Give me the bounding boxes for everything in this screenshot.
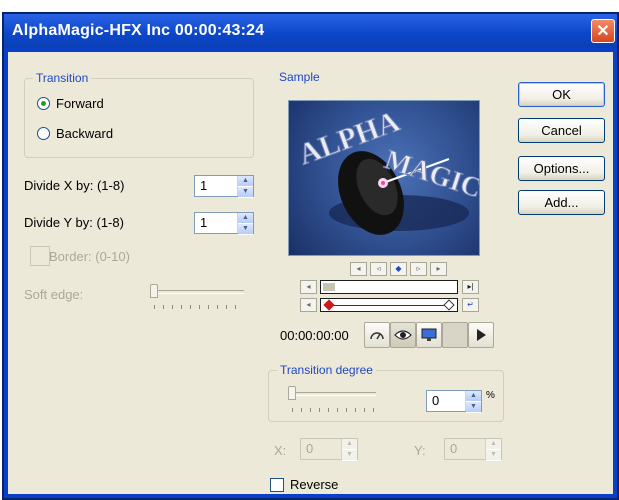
transition-degree-value[interactable]: 0 [427,391,465,411]
keyframe-next-button[interactable]: ↵ [462,298,479,312]
sample-group-title: Sample [276,70,323,84]
keyframe-start-marker[interactable] [323,299,335,311]
nav-button-5[interactable]: ▸ [430,262,447,276]
dialog-window: AlphaMagic-HFX Inc 00:00:43:24 ✕ Transit… [2,12,619,500]
monitor-icon [421,328,437,341]
divide-y-spinner[interactable]: 1 ▲ ▼ [194,212,254,235]
x-label: X: [274,443,287,458]
reverse-label: Reverse [290,477,339,492]
timeline-scrubber-thumb[interactable] [323,283,335,291]
divide-x-value[interactable]: 1 [195,176,237,196]
divide-y-label: Divide Y by: (1-8) [24,215,124,230]
timeline-scrubber[interactable] [320,280,458,294]
dialog-body: Transition Forward Backward Divide X by:… [8,52,613,494]
add-button[interactable]: Add... [518,190,605,215]
monitor-button[interactable] [416,322,442,348]
close-button[interactable]: ✕ [591,19,615,43]
y-label: Y: [414,443,426,458]
options-button[interactable]: Options... [518,156,605,181]
sample-preview: ALPHA MAGIC [288,100,480,256]
backward-radio-button[interactable] [37,127,50,140]
soft-edge-slider-thumb[interactable] [150,284,158,298]
percent-unit: % [486,390,495,401]
timecode-display: 00:00:00:00 [280,328,349,343]
eye-icon [394,330,412,340]
cancel-button[interactable]: Cancel [518,118,605,143]
alphamagic-preview-image: ALPHA MAGIC [294,104,479,235]
degree-up-arrow[interactable]: ▲ [466,391,481,402]
divide-x-spinner[interactable]: 1 ▲ ▼ [194,175,254,198]
transition-degree-ticks [292,408,376,412]
timeline-end-button[interactable]: ▸| [462,280,479,294]
nav-button-3[interactable]: ◆ [390,262,407,276]
y-up-arrow[interactable]: ▲ [486,439,501,450]
soft-edge-label: Soft edge: [24,287,84,302]
keyframe-prev-button[interactable]: ◂ [300,298,317,312]
x-up-arrow[interactable]: ▲ [342,439,357,450]
speed-button[interactable] [364,322,390,348]
soft-edge-slider[interactable] [154,290,244,294]
ok-button-label: OK [552,87,571,102]
options-button-label: Options... [533,161,590,176]
transition-degree-spinner[interactable]: 0 ▲ ▼ [426,390,482,413]
window-title: AlphaMagic-HFX Inc 00:00:43:24 [12,22,265,39]
timeline-start-button[interactable]: ◂ [300,280,317,294]
x-down-arrow[interactable]: ▼ [342,450,357,461]
view-button[interactable] [390,322,416,348]
forward-label: Forward [56,96,104,111]
transition-degree-slider-thumb[interactable] [288,386,296,400]
backward-radio[interactable]: Backward [37,126,113,141]
disabled-tool-button[interactable] [442,322,468,348]
keyframe-track[interactable] [320,298,458,312]
add-button-label: Add... [544,195,579,210]
divide-y-value[interactable]: 1 [195,213,237,233]
soft-edge-ticks [154,305,244,309]
border-label: Border: (0-10) [49,249,130,264]
x-spinner[interactable]: 0 ▲ ▼ [300,438,358,461]
cancel-button-label: Cancel [541,123,582,138]
play-icon [477,329,486,341]
forward-radio[interactable]: Forward [37,96,104,111]
border-checkbox[interactable] [30,246,50,266]
divide-y-up-arrow[interactable]: ▲ [238,213,253,224]
divide-x-down-arrow[interactable]: ▼ [238,187,253,198]
nav-button-2[interactable]: ◃ [370,262,387,276]
reverse-checkbox[interactable] [270,478,284,492]
x-value[interactable]: 0 [301,439,341,459]
nav-button-1[interactable]: ◂ [350,262,367,276]
speedometer-icon [370,332,384,340]
y-down-arrow[interactable]: ▼ [486,450,501,461]
title-bar[interactable]: AlphaMagic-HFX Inc 00:00:43:24 [4,14,617,48]
keyframe-end-marker[interactable] [443,299,455,311]
divide-x-label: Divide X by: (1-8) [24,178,125,193]
forward-radio-button[interactable] [37,97,50,110]
ok-button[interactable]: OK [518,82,605,107]
play-button[interactable] [468,322,494,348]
divide-x-up-arrow[interactable]: ▲ [238,176,253,187]
nav-button-4[interactable]: ▹ [410,262,427,276]
y-value[interactable]: 0 [445,439,485,459]
y-spinner[interactable]: 0 ▲ ▼ [444,438,502,461]
backward-label: Backward [56,126,114,141]
close-icon: ✕ [596,23,610,40]
transition-degree-title: Transition degree [277,363,376,377]
divide-y-down-arrow[interactable]: ▼ [238,224,253,235]
transition-degree-slider[interactable] [292,392,376,396]
transition-group: Transition Forward Backward [24,71,254,158]
transition-group-title: Transition [33,71,92,85]
degree-down-arrow[interactable]: ▼ [466,402,481,413]
